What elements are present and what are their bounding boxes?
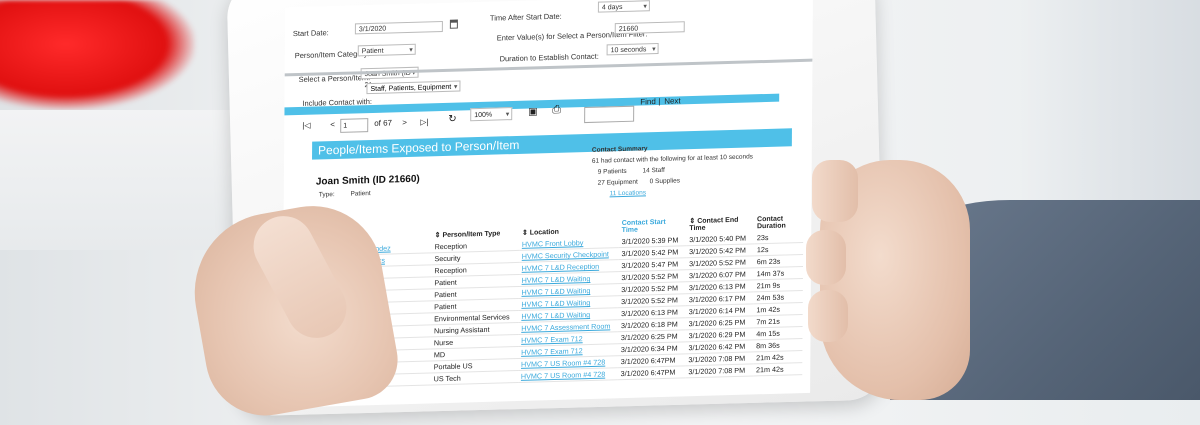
right-finger [806, 230, 846, 285]
include-contact-select[interactable]: Staff, Patients, Equipment [366, 80, 461, 95]
right-finger [812, 160, 858, 222]
start-date-field[interactable]: 3/1/2020 [354, 20, 443, 35]
cell-start: 3/1/2020 6:47PM [617, 365, 686, 380]
summary-supplies: 0 Supplies [649, 177, 680, 186]
export-icon[interactable]: ▣ [528, 106, 538, 117]
background-red-object [0, 0, 195, 110]
cell-end: 3/1/2020 7:08 PM [685, 363, 754, 378]
right-finger [808, 290, 848, 342]
find-separator: | [658, 96, 661, 106]
category-select[interactable]: Patient [357, 43, 416, 57]
right-hand [806, 160, 970, 400]
type-label: Type: [318, 191, 335, 199]
table-body: Carol HernandezReceptionHVMC Front Lobby… [332, 230, 804, 388]
contact-summary: Contact Summary 61 had contact with the … [592, 140, 753, 200]
page-input[interactable]: 1 [340, 118, 369, 133]
prev-page-icon[interactable]: < [330, 120, 335, 129]
first-page-icon[interactable]: |◁ [302, 121, 310, 130]
refresh-icon[interactable]: ↻ [448, 114, 456, 125]
calendar-icon[interactable] [449, 19, 458, 29]
summary-equipment: 27 Equipment [597, 178, 638, 187]
person-name: Joan Smith (ID 21660) [315, 173, 420, 188]
type-value: Patient [350, 190, 371, 198]
cell-duration: 21m 42s [752, 362, 803, 376]
duration-select[interactable]: 10 seconds [606, 42, 659, 56]
col-start[interactable]: Contact Start Time [619, 202, 687, 236]
page-count: of 67 [374, 118, 393, 128]
filter-input[interactable]: 21660 [614, 21, 685, 35]
summary-staff: 14 Staff [642, 166, 665, 175]
background-wall [1020, 0, 1200, 220]
col-type[interactable]: ⇕ Person/Item Type [432, 207, 519, 241]
print-icon[interactable]: ⎙ [552, 104, 561, 117]
col-end[interactable]: ⇕ Contact End Time [686, 200, 754, 234]
cell-type: US Tech [430, 370, 518, 385]
duration-label: Duration to Establish Contact: [499, 51, 599, 64]
time-after-label: Time After Start Date: [489, 11, 562, 23]
find-link[interactable]: Find [640, 97, 656, 106]
background-shelf [0, 110, 260, 250]
col-duration[interactable]: Contact Duration [754, 199, 803, 232]
cell-location[interactable]: HVMC 7 US Room #4 728 [517, 367, 618, 383]
last-page-icon[interactable]: ▷| [420, 117, 428, 126]
find-input[interactable] [584, 105, 635, 124]
next-link[interactable]: Next [664, 96, 681, 105]
person-type: Type: Patient [319, 190, 371, 198]
time-after-select[interactable]: 4 days [597, 0, 650, 13]
start-date-label: Start Date: [292, 28, 329, 39]
zoom-select[interactable]: 100% [470, 107, 513, 122]
col-location[interactable]: ⇕ Location [519, 204, 619, 239]
next-page-icon[interactable]: > [402, 118, 407, 127]
summary-patients: 9 Patients [597, 167, 627, 176]
contact-table: Name ⇕ Person/Item Type ⇕ Location Conta… [332, 199, 804, 388]
